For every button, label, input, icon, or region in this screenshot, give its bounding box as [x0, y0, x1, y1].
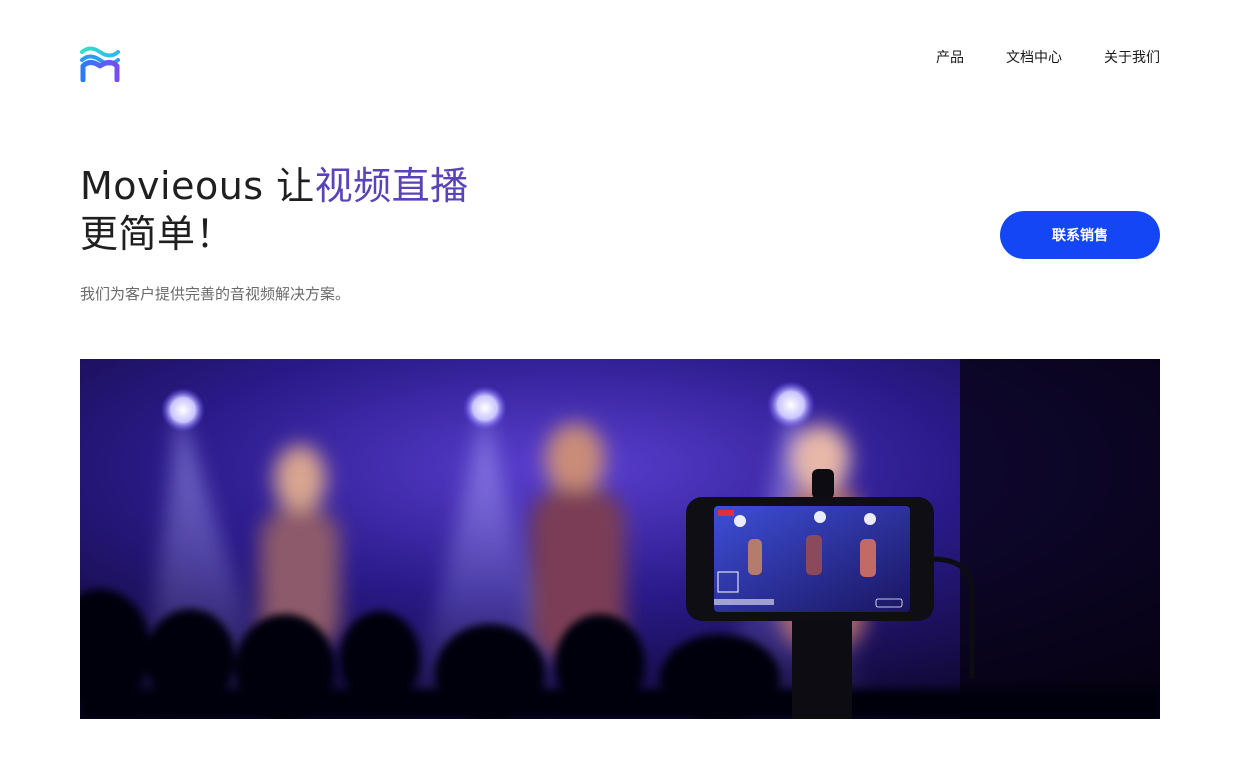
hero-title: Movieous 让视频直播 更简单！ [80, 162, 680, 258]
nav-item-about[interactable]: 关于我们 [1104, 48, 1160, 68]
hero-title-accent: 视频直播 [314, 164, 469, 208]
hero-title-prefix: Movieous 让 [80, 164, 315, 208]
hero-title-line2: 更简单！ [80, 212, 235, 256]
hero-section: Movieous 让视频直播 更简单！ 我们为客户提供完善的音视频解决方案。 [80, 162, 680, 304]
site-header: 产品 文档中心 关于我们 [80, 40, 1160, 84]
nav-item-products[interactable]: 产品 [936, 48, 964, 68]
contact-sales-button[interactable]: 联系销售 [1000, 211, 1160, 259]
hero-banner-image [80, 359, 1160, 719]
movieous-logo-icon[interactable] [80, 44, 120, 82]
hero-subtitle: 我们为客户提供完善的音视频解决方案。 [80, 285, 351, 303]
nav-item-docs[interactable]: 文档中心 [1006, 48, 1062, 68]
main-nav: 产品 文档中心 关于我们 [894, 48, 1160, 68]
concert-photo-illustration [80, 359, 1160, 719]
